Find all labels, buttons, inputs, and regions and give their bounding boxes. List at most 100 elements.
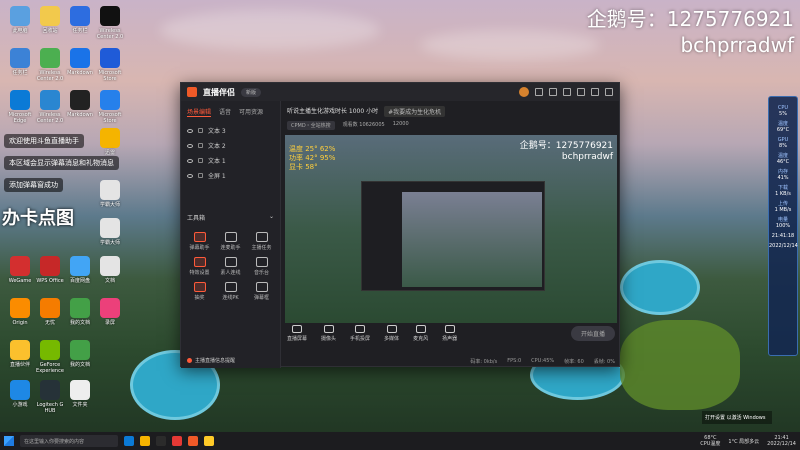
desktop-icon[interactable]: 我的文档 [64,340,96,368]
stream-preview[interactable]: 温度 25° 62% 功率 42° 95% 显卡 58° 企鹅号：1275776… [285,135,617,323]
cloud-icon [70,256,90,276]
edge-icon[interactable] [124,436,134,446]
weather[interactable]: 1°C 局部多云 [728,438,759,445]
tool-effects[interactable]: 特效设置 [187,257,212,276]
document-icon [100,218,120,238]
share-icon[interactable] [563,88,571,96]
gift-icon [193,282,206,292]
live-companion-icon[interactable] [188,436,198,446]
camera-icon [323,324,334,333]
store-icon[interactable] [156,436,166,446]
desktop-icon[interactable]: 录屏 [94,298,126,326]
stream-tag[interactable]: #我要成为生化危机 [384,106,446,117]
desktop-icon[interactable]: GeForce Experience [34,340,66,374]
taskbar-search[interactable]: 在这里输入你要搜索的内容 [20,435,118,447]
desktop-icon[interactable]: WPS Office [34,256,66,284]
eye-icon[interactable] [187,173,193,178]
live-companion-window[interactable]: 直播伴侣 新版 场景编辑 语音 可用资源 文本 3 文本 2 文本 1 全屏 1… [180,82,620,368]
nested-preview [402,192,542,287]
nested-preview-window [361,181,545,291]
tool-pk[interactable]: 连线PK [218,282,243,301]
clock[interactable]: 21:41 2022/12/14 [767,435,796,447]
chrome-icon[interactable] [204,436,214,446]
lock-icon[interactable] [198,128,203,133]
desktop-icon[interactable]: Wireless Center 2.0 [34,90,66,124]
app-icon[interactable] [172,436,182,446]
minimize-icon[interactable] [577,88,585,96]
media-button[interactable]: 多媒体 [384,324,399,342]
tab-scene[interactable]: 场景编辑 [187,107,212,117]
desktop-icon[interactable]: 文档 [94,256,126,284]
desktop-icon[interactable]: Markdown [64,90,96,118]
desktop-icon[interactable]: 无忧 [34,298,66,326]
eye-icon[interactable] [187,158,193,163]
avatar[interactable] [519,87,529,97]
layer-item[interactable]: 文本 3 [181,123,280,138]
eye-icon[interactable] [187,143,193,148]
tool-danmaku[interactable]: 弹幕助手 [187,232,212,251]
lock-icon[interactable] [198,143,203,148]
document-icon [100,256,120,276]
desktop-icon[interactable]: 任务栏 [4,48,36,76]
desktop-icon[interactable]: Microsoft Store [94,48,126,82]
desktop-icon[interactable]: 任务栏 [64,6,96,34]
windows-start-icon[interactable] [4,436,14,446]
effects-icon [193,257,206,267]
maximize-icon[interactable] [591,88,599,96]
preview-watermark: 企鹅号：1275776921 bchprradwf [519,141,613,162]
tool-lottery[interactable]: 抽奖 [187,282,212,301]
desktop-icon[interactable]: 回收站 [34,6,66,34]
chevron-icon[interactable]: ⌄ [269,213,274,222]
tab-voice[interactable]: 语音 [219,107,231,117]
watermark-line1: 企鹅号：1275776921 [586,7,794,31]
eye-icon[interactable] [187,128,193,133]
chat-message: 添加弹幕窗成功 [4,178,63,192]
folder-icon[interactable] [140,436,150,446]
cloud [160,10,380,50]
desktop-icon[interactable]: 文件夹 [64,380,96,408]
settings-icon[interactable] [535,88,543,96]
lock-icon[interactable] [198,158,203,163]
desktop-icon[interactable]: 小游戏 [4,380,36,408]
message-icon[interactable] [549,88,557,96]
tool-task[interactable]: 主播任务 [249,232,274,251]
layer-item[interactable]: 文本 1 [181,153,280,168]
desktop-icon[interactable]: 此电脑 [4,6,36,34]
title-bar[interactable]: 直播伴侣 新版 [181,83,619,101]
stream-title[interactable]: 听说主播生化游戏时长 1000 小时 [287,106,378,117]
desktop-icon[interactable]: 百度网盘 [64,256,96,284]
desktop-icon[interactable]: 直播伙伴 [4,340,36,368]
tool-music[interactable]: 音乐台 [249,257,274,276]
desktop-icon[interactable]: 学霸大师 [94,218,126,246]
desktop-icon[interactable]: Wireless Center 2.0 [94,6,126,40]
system-tray: 68°C CPU温度 1°C 局部多云 21:41 2022/12/14 [700,435,796,447]
mic-button[interactable]: 麦克风 [413,324,428,342]
desktop-icon[interactable]: Logitech G HUB [34,380,66,414]
tool-danmaku-box[interactable]: 弹幕框 [249,282,274,301]
desktop-icon[interactable]: Origin [4,298,36,326]
desktop-icon[interactable]: Microsoft Store [94,90,126,124]
lock-icon[interactable] [198,173,203,178]
app-icon [40,48,60,68]
version-badge[interactable]: 新版 [241,87,262,97]
cpu-temp[interactable]: 68°C CPU温度 [700,435,720,447]
desktop-icon[interactable]: Wireless Center 2.0 [34,48,66,82]
notice[interactable]: 主播直播信息提醒 [187,357,235,364]
desktop-icon[interactable]: Markdown [64,48,96,76]
desktop-icon[interactable]: Microsoft Edge [4,90,36,124]
tab-resources[interactable]: 可用资源 [239,107,263,117]
go-live-button[interactable]: 开始直播 [570,325,615,341]
camera-button[interactable]: 摄像头 [321,324,336,342]
layer-item[interactable]: 文本 2 [181,138,280,153]
layer-item[interactable]: 全屏 1 [181,168,280,183]
phone-cast-button[interactable]: 手机投屏 [350,324,370,342]
tool-lianmai[interactable]: 连麦助手 [218,232,243,251]
hardware-monitor-widget[interactable]: CPU 5% 温度 69°C GPU 8% 温度 46°C 内存 41% 下载 1 KB/s… [768,96,798,356]
category-pill[interactable]: CPMD・全站热搜 [287,121,335,130]
desktop-icon[interactable]: WeGame [4,256,36,284]
desktop-icon[interactable]: 我的文档 [64,298,96,326]
close-icon[interactable] [605,88,613,96]
screen-capture-button[interactable]: 直播屏幕 [287,324,307,342]
tool-connect[interactable]: 素人连线 [218,257,243,276]
speaker-button[interactable]: 扬声器 [442,324,457,342]
